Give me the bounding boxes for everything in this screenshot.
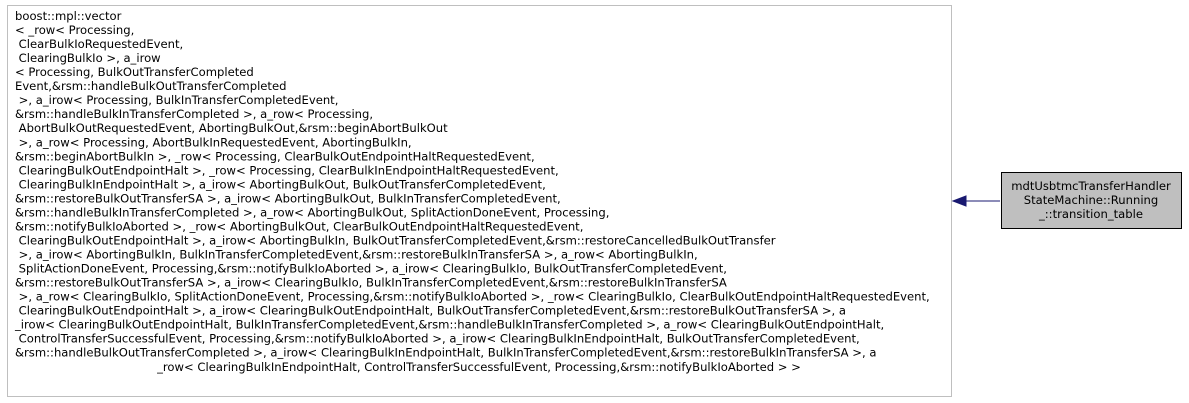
- label-line: &rsm::handleBulkOutTransferCompleted >, …: [15, 346, 876, 360]
- label-line: &rsm::restoreBulkOutTransferSA >, a_irow…: [15, 191, 561, 205]
- label-line: &rsm::restoreBulkOutTransferSA >, a_irow…: [15, 276, 727, 290]
- label-line: >, a_irow< Processing, BulkInTransferCom…: [15, 93, 338, 107]
- label-line: _::transition_table: [1038, 207, 1143, 221]
- inheritance-arrowhead: [951, 195, 967, 207]
- label-line: >, a_row< ClearingBulkIo, SplitActionDon…: [15, 290, 930, 304]
- label-line: ControlTransferSuccessfulEvent, Processi…: [15, 332, 860, 346]
- label-line: _irow< ClearingBulkOutEndpointHalt, Bulk…: [14, 318, 884, 332]
- inheritance-edge: [951, 195, 1000, 207]
- label-line: ClearingBulkIo >, a_irow: [15, 51, 161, 65]
- label-line: &rsm::beginAbortBulkIn >, _row< Processi…: [15, 149, 535, 163]
- label-line: mdtUsbtmcTransferHandler: [1011, 179, 1171, 193]
- label-line: >, a_irow< AbortingBulkIn, BulkInTransfe…: [15, 248, 698, 262]
- label-line: &rsm::handleBulkInTransferCompleted >, a…: [15, 205, 609, 219]
- base-class-node[interactable]: boost::mpl::vector < _row< Processing, Cl…: [7, 5, 952, 397]
- label-line: &rsm::handleBulkInTransferCompleted >, a…: [15, 107, 373, 121]
- label-line: ClearBulkIoRequestedEvent,: [15, 37, 183, 51]
- label-line: _row< ClearingBulkInEndpointHalt, Contro…: [156, 360, 801, 374]
- label-line: AbortBulkOutRequestedEvent, AbortingBulk…: [15, 121, 448, 135]
- inheritance-diagram: boost::mpl::vector < _row< Processing, Cl…: [7, 5, 1182, 397]
- label-line: StateMachine::Running: [1024, 193, 1159, 207]
- label-line: &rsm::notifyBulkIoAborted >, _row< Abort…: [15, 219, 583, 233]
- label-line: ClearingBulkOutEndpointHalt >, a_irow< C…: [15, 304, 846, 318]
- derived-class-node[interactable]: mdtUsbtmcTransferHandler StateMachine::Ru…: [1001, 172, 1182, 229]
- label-line: boost::mpl::vector: [15, 9, 122, 23]
- label-line: SplitActionDoneEvent, Processing,&rsm::n…: [15, 262, 727, 276]
- label-line: ClearingBulkInEndpointHalt >, a_irow< Ab…: [15, 177, 546, 191]
- label-line: Event,&rsm::handleBulkOutTransferComplet…: [15, 79, 286, 93]
- label-line: ClearingBulkOutEndpointHalt >, a_irow< A…: [15, 233, 776, 247]
- label-line: < Processing, BulkOutTransferCompleted: [15, 65, 254, 79]
- label-line: ClearingBulkOutEndpointHalt >, _row< Pro…: [15, 163, 559, 177]
- label-line: >, a_row< Processing, AbortBulkInRequest…: [15, 135, 412, 149]
- label-line: < _row< Processing,: [15, 23, 134, 37]
